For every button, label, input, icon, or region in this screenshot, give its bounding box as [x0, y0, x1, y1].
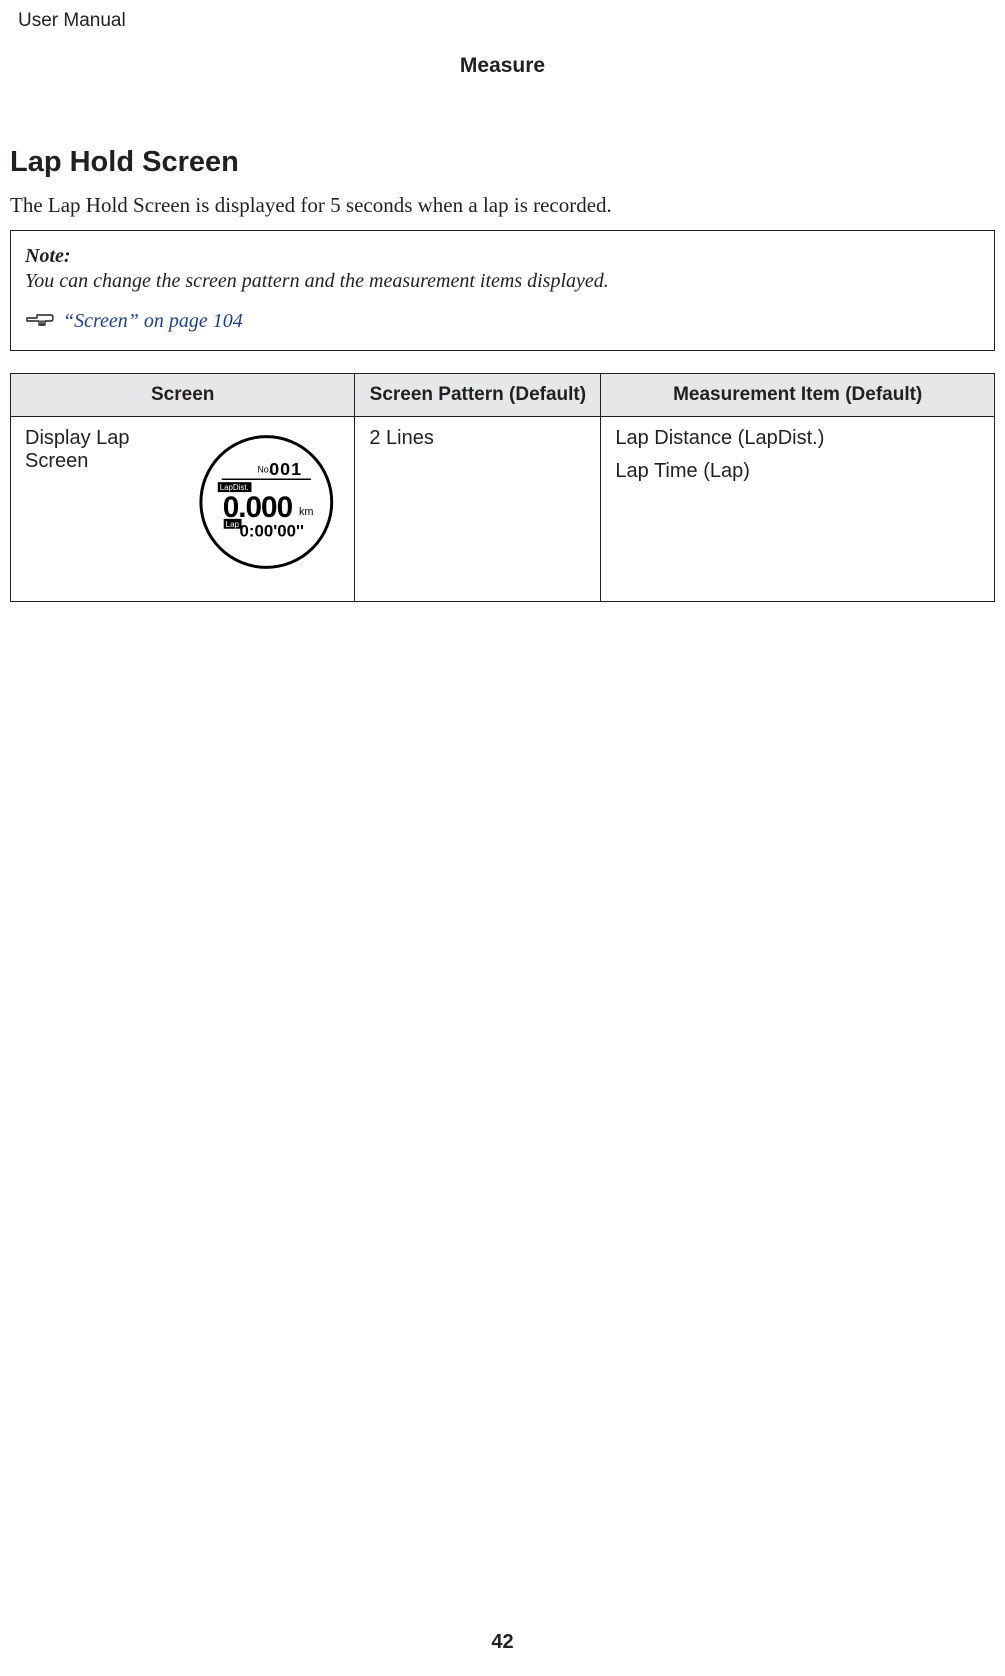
cross-reference[interactable]: “Screen” on page 104 [25, 309, 980, 334]
col-header-pattern: Screen Pattern (Default) [355, 374, 601, 417]
note-label: Note: [25, 245, 980, 268]
cell-screen-image: No. 001 LapDist. 0.000 km Lap 0:00'00 [178, 417, 355, 602]
chapter-title: Measure [10, 54, 995, 78]
watch-line2-value: 0:00'00'' [239, 522, 303, 541]
cross-reference-text: “Screen” on page 104 [63, 310, 243, 333]
watch-line1-unit: km [299, 506, 314, 518]
cell-pattern: 2 Lines [355, 417, 601, 602]
cell-screen-label: Display Lap Screen [11, 417, 178, 602]
col-header-screen: Screen [11, 374, 355, 417]
table-row: Display Lap Screen No. 001 LapDist. [11, 417, 995, 602]
pointing-hand-icon [25, 309, 55, 334]
note-body: You can change the screen pattern and th… [25, 270, 980, 293]
page-number: 42 [0, 1631, 1005, 1654]
measurement-item: Lap Time (Lap) [615, 460, 980, 483]
table-header-row: Screen Screen Pattern (Default) Measurem… [11, 374, 995, 417]
watch-face-icon: No. 001 LapDist. 0.000 km Lap 0:00'00 [192, 427, 341, 587]
watch-line2-label: Lap [225, 520, 239, 529]
watch-lapno-value: 001 [269, 459, 302, 479]
col-header-measurement: Measurement Item (Default) [601, 374, 995, 417]
note-box: Note: You can change the screen pattern … [10, 230, 995, 351]
section-intro: The Lap Hold Screen is displayed for 5 s… [10, 193, 995, 218]
cell-measurement: Lap Distance (LapDist.) Lap Time (Lap) [601, 417, 995, 602]
screen-spec-table: Screen Screen Pattern (Default) Measurem… [10, 373, 995, 602]
running-head: User Manual [10, 10, 995, 32]
section-title: Lap Hold Screen [10, 146, 995, 179]
measurement-item: Lap Distance (LapDist.) [615, 427, 980, 450]
